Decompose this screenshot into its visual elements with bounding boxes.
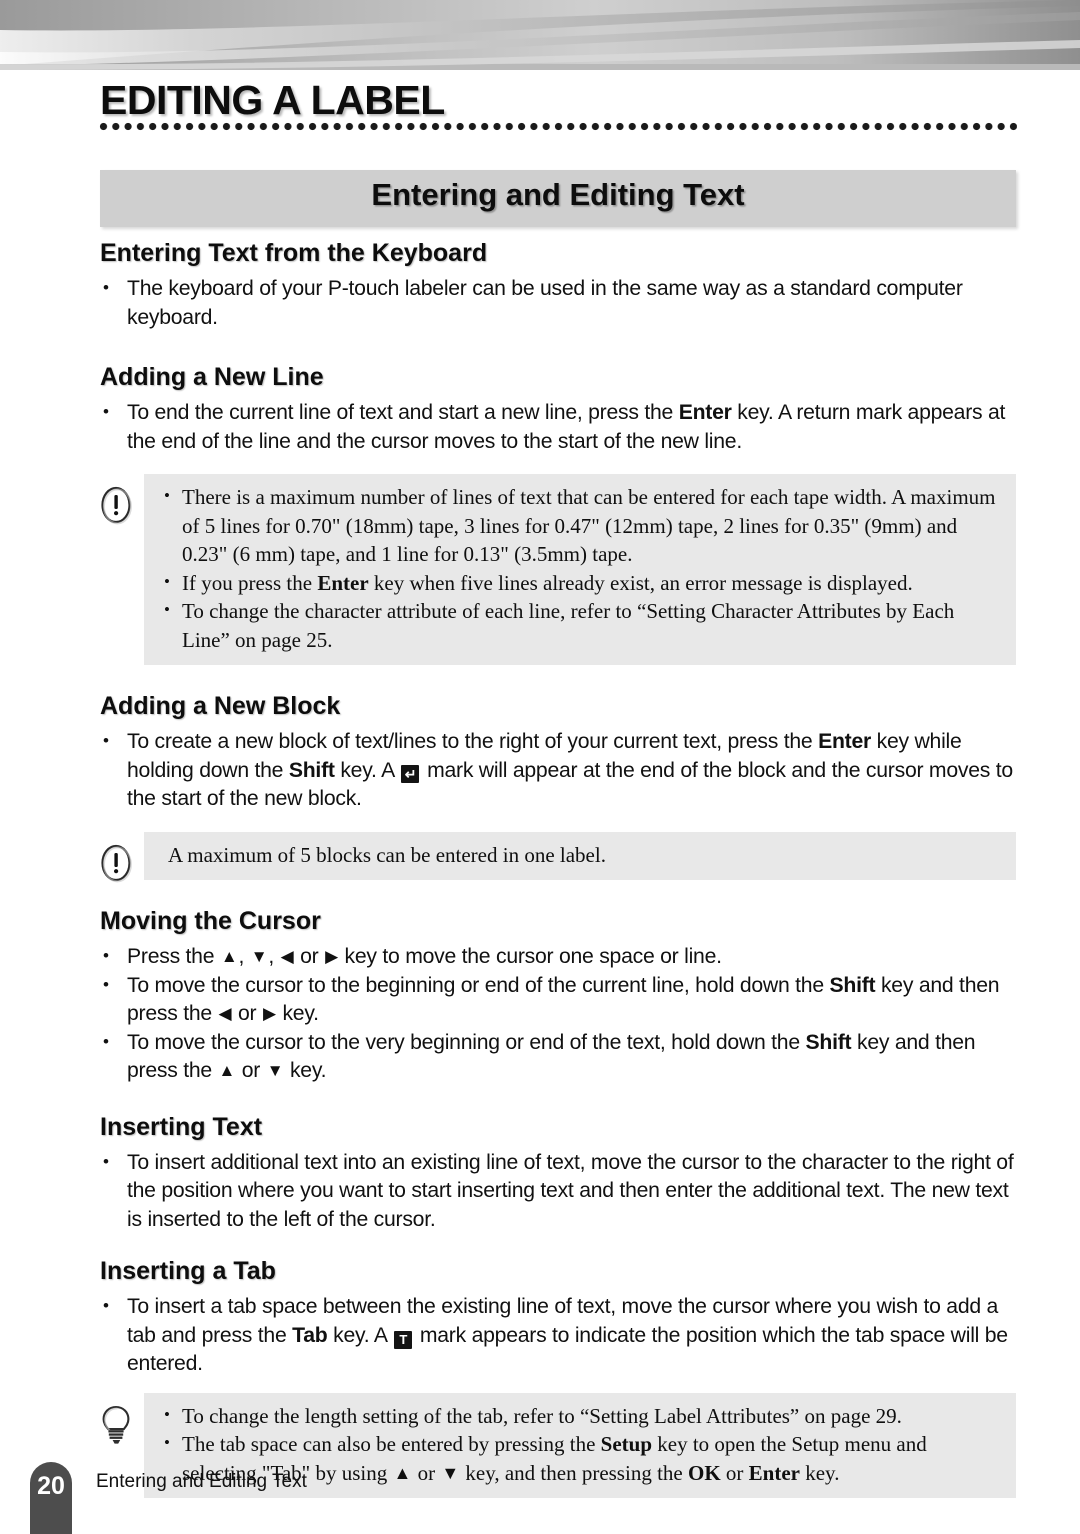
arrow-down-icon: ▼ <box>266 1061 284 1080</box>
page-number: 20 <box>37 1472 65 1500</box>
section-title-band: Entering and Editing Text <box>100 170 1016 227</box>
key-label-enter: Enter <box>317 570 369 595</box>
bullet-list-moving-cursor: Press the ▲, ▼, ◀ or ▶ key to move the c… <box>0 942 1080 1086</box>
key-label-shift: Shift <box>288 758 335 782</box>
document-body: Entering Text from the Keyboard The keyb… <box>0 238 1080 1498</box>
arrow-right-icon: ▶ <box>263 1004 276 1023</box>
tab-mark-icon: T <box>394 1330 413 1349</box>
key-label-tab: Tab <box>292 1323 328 1347</box>
text-fragment: Press the <box>127 945 220 968</box>
note-bullet-list: There is a maximum number of lines of te… <box>158 482 998 654</box>
text-fragment: or <box>236 1059 266 1082</box>
text-fragment: To move the cursor to the very beginning… <box>127 1030 806 1054</box>
page-title: EDITING A LABEL <box>100 77 445 123</box>
text-fragment: key when five lines already exist, an er… <box>368 570 913 595</box>
text-fragment: key, and then pressing the <box>460 1460 688 1485</box>
arrow-up-icon: ▲ <box>393 1462 412 1483</box>
key-label-setup: Setup <box>600 1432 653 1456</box>
bullet-list-new-block: To create a new block of text/lines to t… <box>0 727 1080 814</box>
key-label-shift: Shift <box>805 1030 852 1054</box>
text-fragment: , <box>268 945 280 968</box>
text-fragment: or <box>294 945 325 968</box>
warning-icon <box>97 482 137 528</box>
bullet-list-inserting-text: To insert additional text into an existi… <box>0 1148 1080 1235</box>
arrow-up-icon: ▲ <box>218 1061 236 1080</box>
list-item: Press the ▲, ▼, ◀ or ▶ key to move the c… <box>0 942 1080 972</box>
key-label-enter: Enter <box>818 730 871 753</box>
arrow-left-icon: ◀ <box>218 1004 232 1023</box>
decorative-header-banner <box>0 0 1080 72</box>
heading-inserting-a-tab: Inserting a Tab <box>100 1257 276 1285</box>
text-fragment: or <box>720 1460 749 1485</box>
heading-entering-text-from-keyboard: Entering Text from the Keyboard <box>100 239 488 267</box>
text-fragment: or <box>232 1002 262 1025</box>
list-item: The keyboard of your P-touch labeler can… <box>0 274 1080 332</box>
key-label-enter: Enter <box>678 401 732 424</box>
list-item: To change the character attribute of eac… <box>158 596 998 654</box>
dotted-divider <box>99 122 1017 131</box>
arrow-down-icon: ▼ <box>441 1462 460 1483</box>
note-text: To change the character attribute of eac… <box>182 599 955 652</box>
block-mark-icon: ↵ <box>401 764 420 783</box>
key-label-shift: Shift <box>829 973 876 997</box>
list-item: There is a maximum number of lines of te… <box>158 482 998 569</box>
bullet-list-inserting-tab: To insert a tab space between the existi… <box>0 1292 1080 1379</box>
list-item: To move the cursor to the very beginning… <box>0 1028 1080 1086</box>
text-fragment: key to move the cursor one space or line… <box>338 945 722 968</box>
key-label-ok: OK <box>687 1460 721 1485</box>
heading-moving-the-cursor: Moving the Cursor <box>100 907 321 935</box>
arrow-down-icon: ▼ <box>250 947 268 966</box>
list-item: To end the current line of text and star… <box>0 398 1080 456</box>
text-fragment: key. <box>284 1059 327 1082</box>
text-fragment: key. <box>276 1002 319 1025</box>
list-item: To insert a tab space between the existi… <box>0 1292 1080 1379</box>
list-item: To create a new block of text/lines to t… <box>0 727 1080 814</box>
note-text: To change the length setting of the tab,… <box>182 1403 902 1428</box>
list-item: If you press the Enter key when five lin… <box>158 568 998 598</box>
arrow-right-icon: ▶ <box>325 947 338 966</box>
note-box-line-limits: There is a maximum number of lines of te… <box>101 474 1016 665</box>
text-fragment: key. A <box>327 1323 393 1347</box>
text-fragment: The tab space can also be entered by pre… <box>182 1432 601 1456</box>
heading-adding-a-new-line: Adding a New Line <box>100 363 324 391</box>
text-fragment: or <box>412 1460 441 1485</box>
arrow-up-icon: ▲ <box>220 947 238 966</box>
bullet-list-new-line: To end the current line of text and star… <box>0 398 1080 456</box>
arrow-left-icon: ◀ <box>280 947 294 966</box>
note-text: A maximum of 5 blocks can be entered in … <box>168 842 606 867</box>
key-label-enter: Enter <box>748 1460 800 1485</box>
bullet-text: To insert additional text into an existi… <box>127 1150 1014 1231</box>
lightbulb-icon <box>97 1401 137 1447</box>
bullet-text: The keyboard of your P-touch labeler can… <box>127 277 963 329</box>
text-fragment: key. <box>799 1460 840 1485</box>
text-fragment: To end the current line of text and star… <box>127 401 679 424</box>
list-item: To change the length setting of the tab,… <box>158 1401 998 1431</box>
text-fragment: If you press the <box>182 570 318 595</box>
list-item: To insert additional text into an existi… <box>0 1148 1080 1235</box>
bullet-list-keyboard: The keyboard of your P-touch labeler can… <box>0 274 1080 332</box>
warning-icon <box>97 840 137 886</box>
footer-caption: Entering and Editing Text <box>96 1471 307 1492</box>
heading-inserting-text: Inserting Text <box>100 1112 263 1141</box>
page-number-tab: 20 <box>30 1462 72 1534</box>
section-title: Entering and Editing Text <box>371 177 745 212</box>
text-fragment: , <box>238 945 250 968</box>
text-fragment: To create a new block of text/lines to t… <box>127 730 819 753</box>
note-box-block-limit: A maximum of 5 blocks can be entered in … <box>101 831 1016 882</box>
text-fragment: To move the cursor to the beginning or e… <box>127 973 830 997</box>
note-text: There is a maximum number of lines of te… <box>182 485 996 566</box>
heading-adding-a-new-block: Adding a New Block <box>100 692 341 720</box>
list-item: To move the cursor to the beginning or e… <box>0 971 1080 1029</box>
text-fragment: key. A <box>334 758 400 782</box>
